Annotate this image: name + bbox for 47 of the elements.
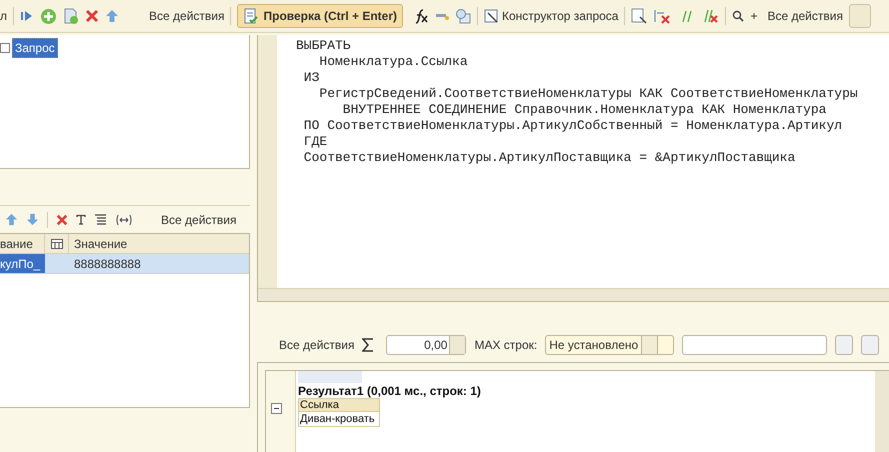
column-header: Значение — [73, 236, 128, 252]
result-column-header: Ссылка — [298, 398, 380, 412]
sum-icon[interactable] — [362, 338, 374, 352]
horizontal-scrollbar[interactable] — [258, 288, 889, 301]
table-cell-text: 8888888888 — [73, 256, 141, 272]
arrow-up-icon[interactable] — [5, 213, 18, 226]
column-header: вание — [0, 234, 45, 253]
delete-icon[interactable] — [85, 9, 100, 23]
list-icon[interactable] — [94, 213, 107, 226]
result-cell: Диван-кровать — [298, 412, 380, 427]
selected-cell — [298, 371, 362, 383]
function-icon[interactable] — [413, 8, 430, 24]
arrow-up-icon[interactable] — [105, 9, 120, 23]
toolbar-menu[interactable]: л — [0, 7, 8, 25]
all-actions-menu[interactable]: Все действия — [279, 336, 354, 354]
all-actions-menu[interactable]: Все действия — [767, 7, 843, 25]
max-rows-label: MAX строк: — [474, 336, 538, 354]
arrow-down-icon[interactable] — [26, 213, 39, 226]
comment-icon[interactable] — [681, 10, 694, 22]
next-button[interactable] — [835, 334, 854, 354]
vertical-scrollbar[interactable] — [875, 371, 889, 452]
sum-field[interactable]: 0,00 — [386, 334, 466, 354]
collapse-toggle[interactable] — [271, 403, 282, 414]
add-document-icon[interactable] — [63, 8, 80, 24]
zoom-in-label[interactable]: + — [750, 7, 758, 25]
checkbox[interactable] — [0, 43, 10, 53]
max-rows-field[interactable]: Не установлено — [545, 334, 674, 354]
uncomment-icon[interactable] — [703, 8, 720, 24]
all-actions-menu[interactable]: Все действия — [149, 7, 224, 25]
add-icon[interactable] — [40, 8, 58, 24]
previous-button[interactable] — [861, 334, 880, 354]
check-button[interactable]: Проверка (Ctrl + Enter) — [237, 4, 404, 28]
delete-icon[interactable] — [56, 214, 68, 226]
table-cell: кулПо_ — [0, 254, 45, 273]
all-actions-menu[interactable]: Все действия — [161, 210, 236, 228]
search-icon[interactable] — [732, 10, 744, 22]
run-icon[interactable] — [20, 9, 34, 23]
tree-item[interactable]: Запрос — [12, 38, 58, 58]
table-icon — [50, 238, 62, 248]
search-field[interactable] — [682, 334, 828, 354]
type-icon[interactable] — [76, 214, 86, 225]
parameter-row[interactable]: кулПо_ 8888888888 — [0, 254, 249, 274]
query-builder-button[interactable]: Конструктор запроса — [484, 7, 618, 25]
document-check-icon — [243, 8, 260, 24]
result-title: Результат1 (0,001 мс., строк: 1) — [298, 384, 482, 398]
format-icon[interactable] — [631, 8, 648, 24]
width-icon[interactable] — [115, 214, 133, 226]
